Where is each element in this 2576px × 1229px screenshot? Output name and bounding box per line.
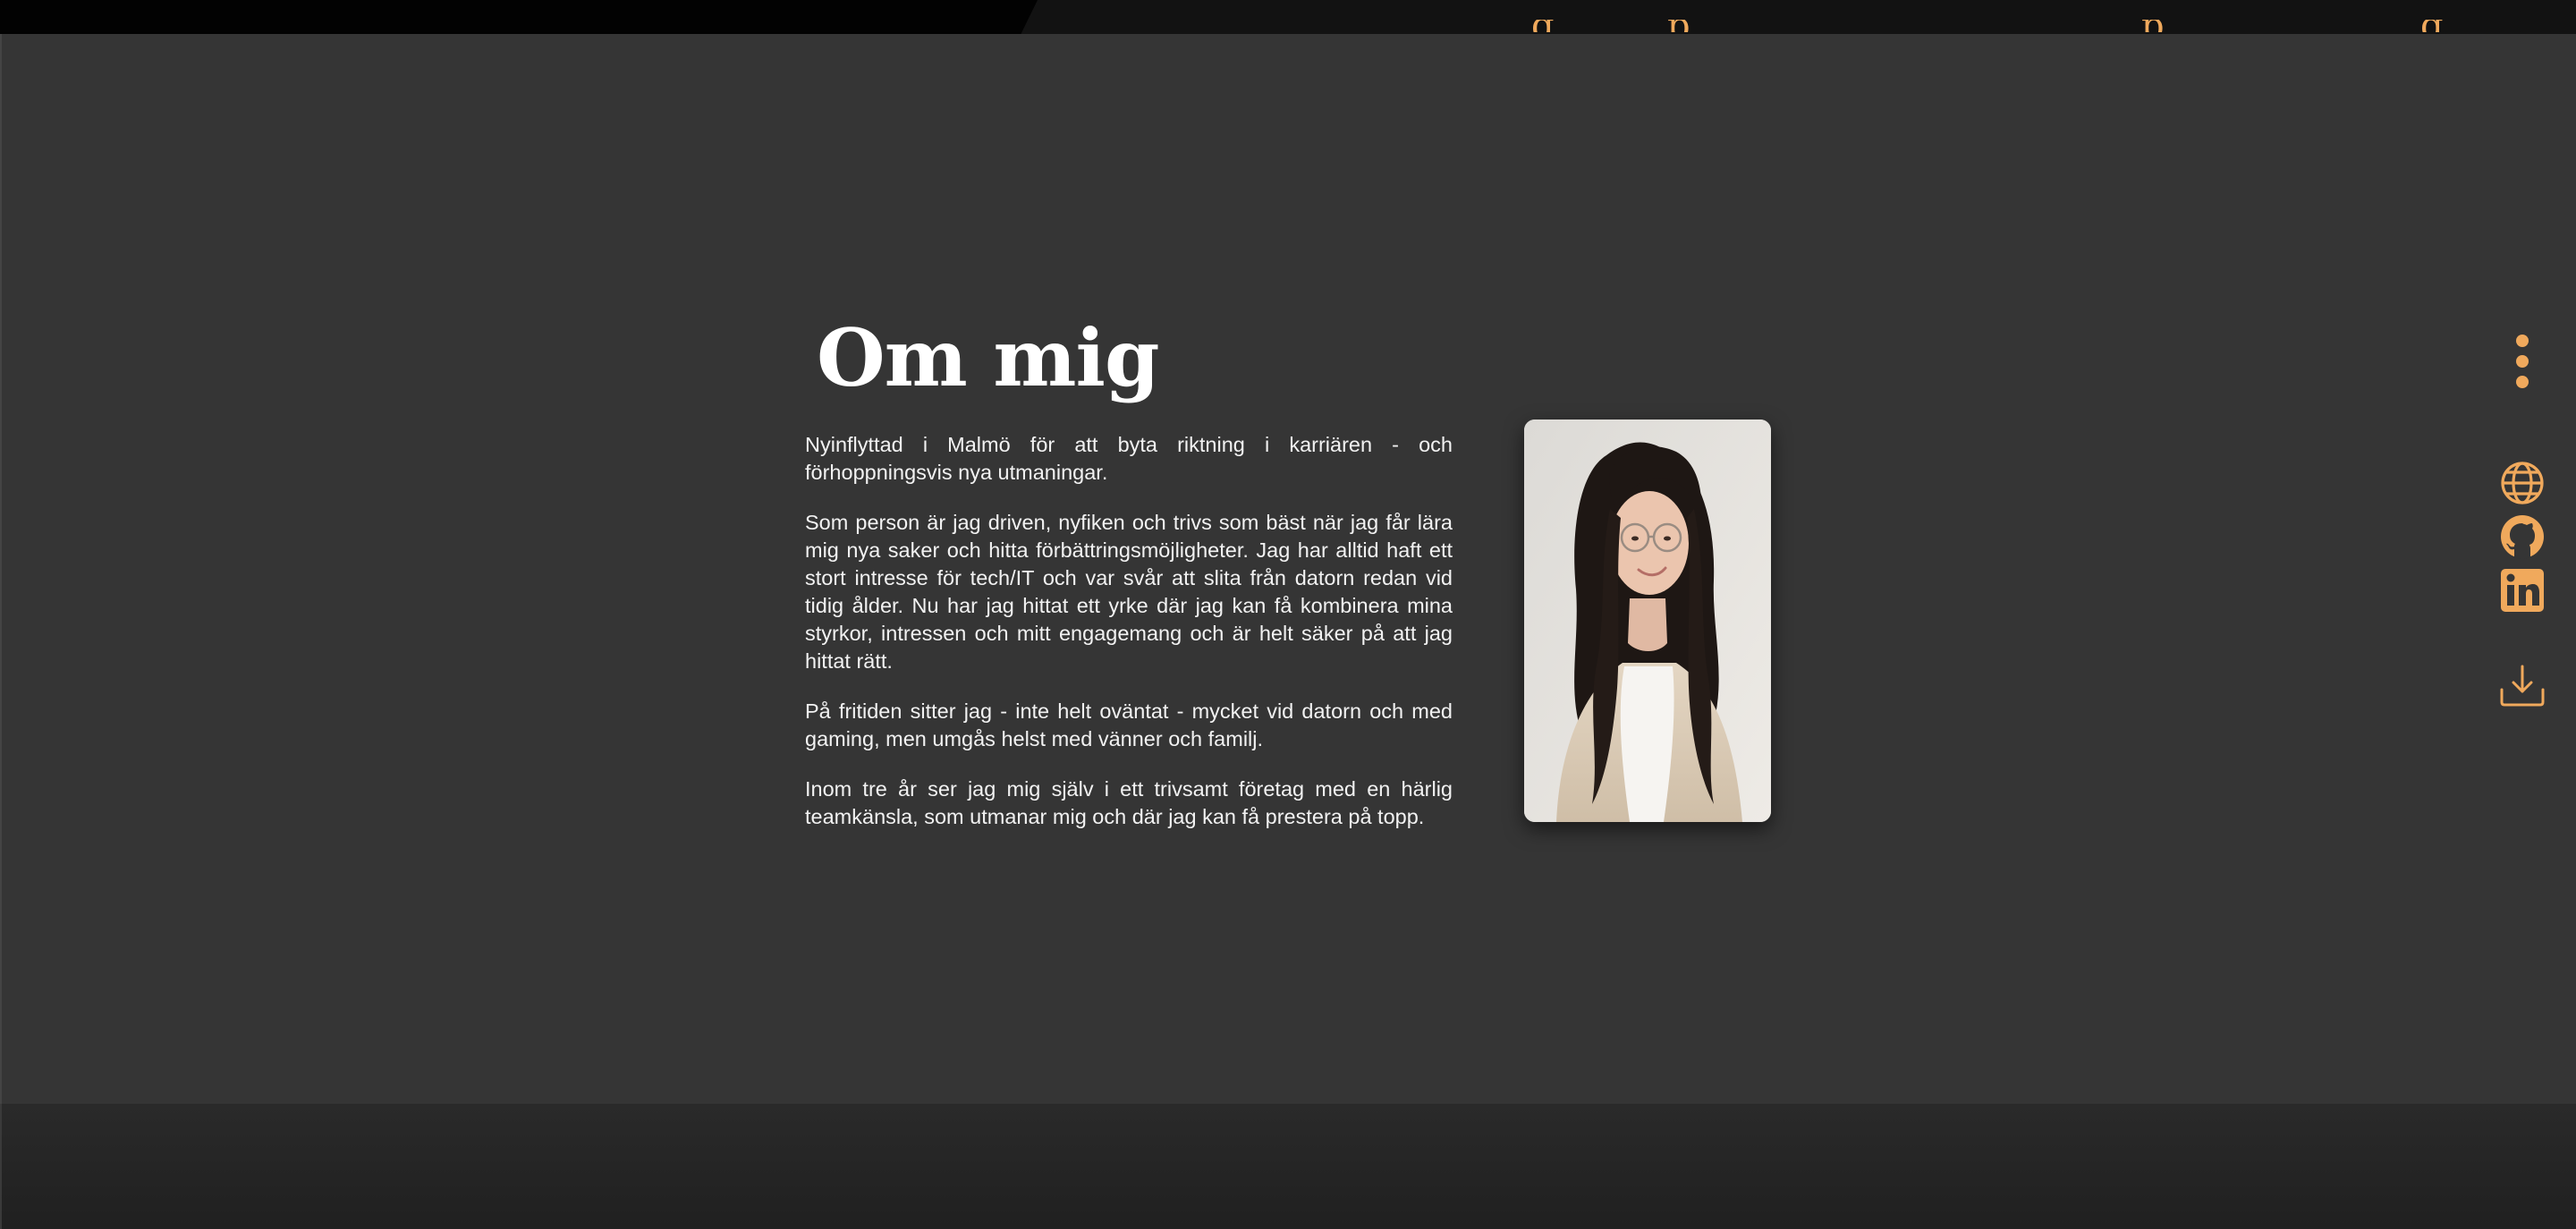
profile-photo: [1524, 420, 1771, 822]
linkedin-icon[interactable]: [2497, 565, 2547, 615]
about-paragraph: Inom tre år ser jag mig själv i ett triv…: [805, 777, 1453, 828]
more-vertical-icon[interactable]: [2497, 335, 2547, 388]
top-navigation: g p p g: [0, 0, 2576, 34]
nav-link[interactable]: g: [2420, 20, 2444, 32]
nav-logo-area: [0, 0, 1038, 34]
github-icon[interactable]: [2497, 512, 2547, 562]
page-title: Om mig: [817, 311, 1159, 404]
about-text: Nyinflyttad i Malmö för att byta riktnin…: [805, 431, 1453, 853]
nav-link[interactable]: p: [2141, 20, 2165, 32]
about-paragraph: Som person är jag driven, nyfiken och tr…: [805, 511, 1453, 673]
download-icon[interactable]: [2497, 660, 2547, 710]
about-paragraph: Nyinflyttad i Malmö för att byta riktnin…: [805, 433, 1453, 484]
nav-link[interactable]: p: [1667, 20, 1690, 32]
about-paragraph: På fritiden sitter jag - inte helt ovänt…: [805, 699, 1453, 750]
nav-link[interactable]: g: [1531, 20, 1555, 32]
footer: [0, 1104, 2576, 1229]
globe-icon[interactable]: [2497, 458, 2547, 508]
